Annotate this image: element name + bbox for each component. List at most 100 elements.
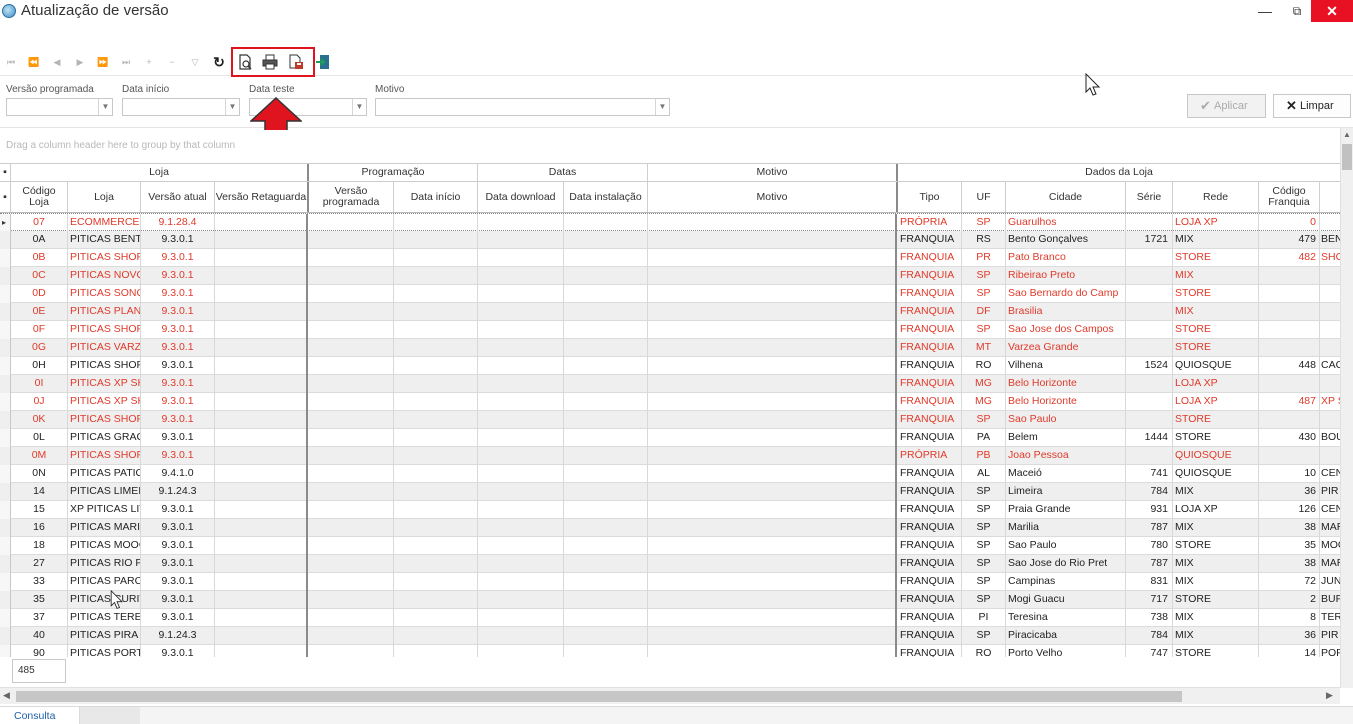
table-row[interactable]: 0I PITICAS XP SH 9.3.0.1 FRANQUIA MG Belo Hor… bbox=[0, 375, 1340, 393]
cell-codigo-franquia[interactable] bbox=[1259, 267, 1320, 285]
cell-codigo-loja[interactable]: 18 bbox=[11, 537, 68, 555]
cell-versao-atual[interactable]: 9.3.0.1 bbox=[141, 519, 215, 537]
cell-motivo[interactable] bbox=[648, 555, 897, 573]
cell-versao-programada[interactable] bbox=[309, 627, 394, 645]
cell-data-download[interactable] bbox=[478, 231, 564, 249]
cell-versao-retaguarda[interactable] bbox=[215, 429, 308, 447]
cell-cidade[interactable]: Sao Paulo bbox=[1006, 411, 1126, 429]
col-codigo-loja[interactable]: Código Loja bbox=[11, 182, 68, 212]
cell-uf[interactable]: SP bbox=[962, 501, 1006, 519]
row-indicator[interactable] bbox=[0, 537, 11, 555]
table-row[interactable]: 0M PITICAS SHOP 9.3.0.1 PRÓPRIA PB Joao Pesso… bbox=[0, 447, 1340, 465]
table-row[interactable]: 0F PITICAS SHOP 9.3.0.1 FRANQUIA SP Sao Jose … bbox=[0, 321, 1340, 339]
cell-data-instalacao[interactable] bbox=[564, 465, 648, 483]
cell-data-instalacao[interactable] bbox=[564, 429, 648, 447]
cell-versao-atual[interactable]: 9.3.0.1 bbox=[141, 231, 215, 249]
cell-motivo[interactable] bbox=[648, 483, 897, 501]
cell-versao-atual[interactable]: 9.3.0.1 bbox=[141, 609, 215, 627]
cell-overflow[interactable]: POF bbox=[1320, 645, 1340, 657]
cell-codigo-franquia[interactable]: 10 bbox=[1259, 465, 1320, 483]
cell-codigo-loja[interactable]: 16 bbox=[11, 519, 68, 537]
cell-versao-programada[interactable] bbox=[309, 249, 394, 267]
cell-data-instalacao[interactable] bbox=[564, 627, 648, 645]
row-indicator[interactable] bbox=[0, 465, 11, 483]
cell-uf[interactable]: SP bbox=[962, 267, 1006, 285]
cell-versao-retaguarda[interactable] bbox=[215, 339, 308, 357]
limpar-button[interactable]: ✕ Limpar bbox=[1273, 94, 1351, 118]
table-row[interactable]: 15 XP PITICAS LIT 9.3.0.1 FRANQUIA SP Praia G… bbox=[0, 501, 1340, 519]
cell-data-instalacao[interactable] bbox=[564, 339, 648, 357]
cell-codigo-franquia[interactable]: 479 bbox=[1259, 231, 1320, 249]
chevron-down-icon[interactable]: ▼ bbox=[352, 99, 366, 115]
row-indicator[interactable] bbox=[0, 573, 11, 591]
cell-versao-atual[interactable]: 9.3.0.1 bbox=[141, 267, 215, 285]
cell-loja[interactable]: PITICAS CURIT bbox=[68, 591, 141, 609]
table-row[interactable]: 90 PITICAS PORT 9.3.0.1 FRANQUIA RO Porto Vel… bbox=[0, 645, 1340, 657]
cell-codigo-franquia[interactable]: 2 bbox=[1259, 591, 1320, 609]
cell-uf[interactable]: PA bbox=[962, 429, 1006, 447]
table-row[interactable]: 0L PITICAS GRAC 9.3.0.1 FRANQUIA PA Belem 1444… bbox=[0, 429, 1340, 447]
cell-versao-programada[interactable] bbox=[309, 411, 394, 429]
cell-data-instalacao[interactable] bbox=[564, 555, 648, 573]
cell-serie[interactable] bbox=[1126, 267, 1173, 285]
cell-uf[interactable]: DF bbox=[962, 303, 1006, 321]
cell-versao-retaguarda[interactable] bbox=[215, 393, 308, 411]
cell-cidade[interactable]: Belem bbox=[1006, 429, 1126, 447]
cell-codigo-loja[interactable]: 35 bbox=[11, 591, 68, 609]
table-row[interactable]: 0K PITICAS SHOP 9.3.0.1 FRANQUIA SP Sao Paulo… bbox=[0, 411, 1340, 429]
cell-rede[interactable]: MIX bbox=[1173, 627, 1259, 645]
cell-data-download[interactable] bbox=[478, 537, 564, 555]
cell-motivo[interactable] bbox=[648, 411, 897, 429]
cell-data-inicio[interactable] bbox=[394, 339, 478, 357]
col-versao-programada[interactable]: Versão programada bbox=[309, 182, 394, 212]
cell-rede[interactable]: LOJA XP bbox=[1173, 501, 1259, 519]
cell-serie[interactable] bbox=[1126, 375, 1173, 393]
cell-tipo[interactable]: FRANQUIA bbox=[898, 375, 962, 393]
cell-versao-programada[interactable] bbox=[309, 555, 394, 573]
cell-versao-programada[interactable] bbox=[309, 285, 394, 303]
cell-codigo-loja[interactable]: 0C bbox=[11, 267, 68, 285]
cell-motivo[interactable] bbox=[648, 375, 897, 393]
cell-versao-atual[interactable]: 9.3.0.1 bbox=[141, 573, 215, 591]
cell-versao-retaguarda[interactable] bbox=[215, 609, 308, 627]
cell-cidade[interactable]: Belo Horizonte bbox=[1006, 393, 1126, 411]
cell-versao-atual[interactable]: 9.3.0.1 bbox=[141, 321, 215, 339]
cell-versao-retaguarda[interactable] bbox=[215, 231, 308, 249]
minimize-button[interactable]: — bbox=[1248, 0, 1282, 22]
cell-loja[interactable]: PITICAS SHOP bbox=[68, 447, 141, 465]
cell-serie[interactable]: 747 bbox=[1126, 645, 1173, 657]
cell-data-download[interactable] bbox=[478, 303, 564, 321]
cell-versao-programada[interactable] bbox=[309, 609, 394, 627]
cell-cidade[interactable]: Sao Bernardo do Camp bbox=[1006, 285, 1126, 303]
table-row[interactable]: 0G PITICAS VARZ 9.3.0.1 FRANQUIA MT Varzea Gr… bbox=[0, 339, 1340, 357]
cell-data-inicio[interactable] bbox=[394, 465, 478, 483]
table-row[interactable]: 40 PITICAS PIRA 9.1.24.3 FRANQUIA SP Piracica… bbox=[0, 627, 1340, 645]
cell-versao-retaguarda[interactable] bbox=[215, 357, 308, 375]
cell-data-inicio[interactable] bbox=[394, 591, 478, 609]
filter-icon[interactable]: ▽ bbox=[188, 55, 202, 69]
cell-serie[interactable]: 741 bbox=[1126, 465, 1173, 483]
cell-uf[interactable]: SP bbox=[962, 214, 1006, 232]
cell-versao-programada[interactable] bbox=[309, 537, 394, 555]
cell-cidade[interactable]: Sao Jose do Rio Pret bbox=[1006, 555, 1126, 573]
col-codigo-franquia[interactable]: Código Franquia bbox=[1259, 182, 1320, 212]
cell-data-inicio[interactable] bbox=[394, 429, 478, 447]
cell-uf[interactable]: SP bbox=[962, 483, 1006, 501]
cell-uf[interactable]: MG bbox=[962, 375, 1006, 393]
cell-overflow[interactable] bbox=[1320, 447, 1340, 465]
cell-overflow[interactable]: XP S bbox=[1320, 393, 1340, 411]
cell-data-inicio[interactable] bbox=[394, 231, 478, 249]
cell-codigo-franquia[interactable] bbox=[1259, 303, 1320, 321]
cell-overflow[interactable]: MAR bbox=[1320, 519, 1340, 537]
cell-tipo[interactable]: PRÓPRIA bbox=[898, 214, 962, 232]
col-rede[interactable]: Rede bbox=[1173, 182, 1259, 212]
cell-motivo[interactable] bbox=[648, 627, 897, 645]
cell-versao-retaguarda[interactable] bbox=[215, 573, 308, 591]
row-indicator[interactable] bbox=[0, 249, 11, 267]
cell-tipo[interactable]: FRANQUIA bbox=[898, 249, 962, 267]
cell-loja[interactable]: PITICAS PLAN bbox=[68, 303, 141, 321]
cell-data-instalacao[interactable] bbox=[564, 411, 648, 429]
cell-cidade[interactable]: Teresina bbox=[1006, 609, 1126, 627]
cell-tipo[interactable]: FRANQUIA bbox=[898, 393, 962, 411]
cell-overflow[interactable] bbox=[1320, 285, 1340, 303]
